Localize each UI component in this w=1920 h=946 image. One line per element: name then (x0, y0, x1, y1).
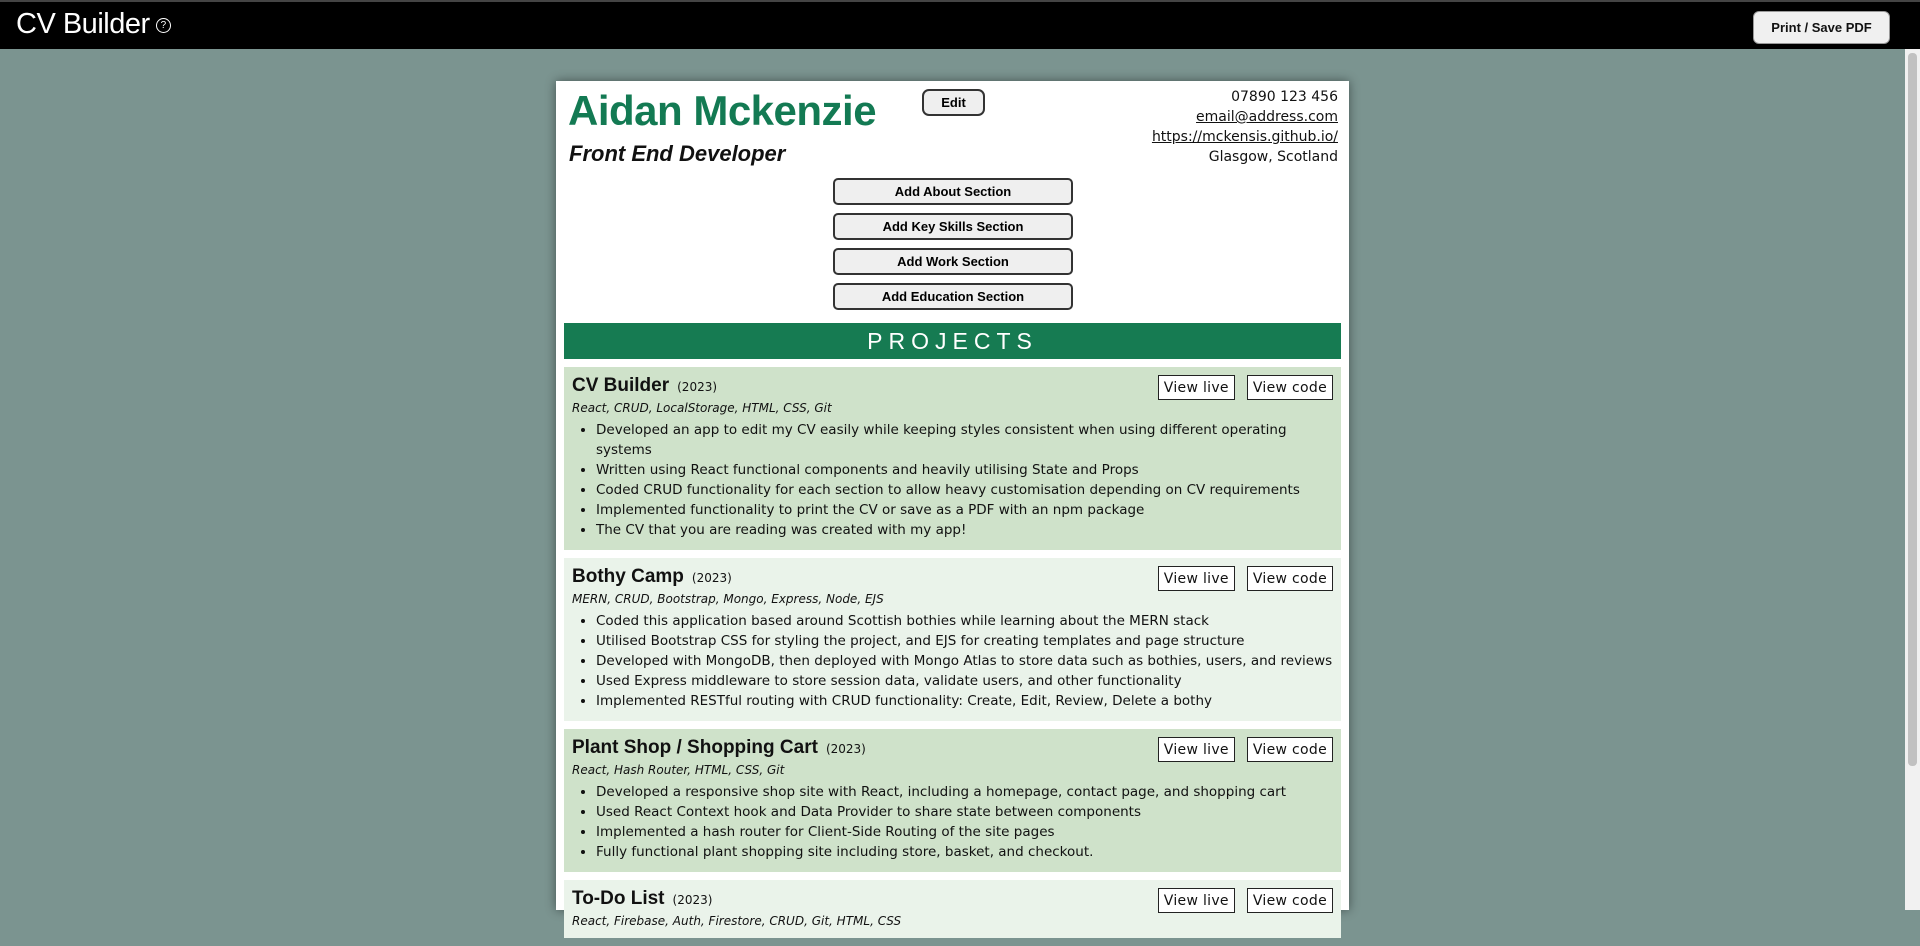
project-title: Plant Shop / Shopping Cart (572, 737, 818, 758)
project-point: Used React Context hook and Data Provide… (596, 802, 1333, 822)
cv-role: Front End Developer (569, 141, 786, 166)
cv-name: Aidan Mckenzie (568, 87, 877, 134)
view-live-button[interactable]: View live (1157, 737, 1235, 762)
project-year: (2023) (677, 380, 718, 394)
app-title: CV Builder? (16, 8, 171, 41)
scrollbar-thumb[interactable] (1908, 53, 1917, 766)
project-year: (2023) (672, 893, 713, 907)
projects-list: CV Builder (2023) View live View code Re… (564, 367, 1341, 946)
print-save-pdf-button[interactable]: Print / Save PDF (1753, 11, 1890, 44)
contact-location: Glasgow, Scotland (1208, 149, 1338, 165)
project-tech: React, Hash Router, HTML, CSS, Git (572, 763, 785, 777)
view-code-button[interactable]: View code (1246, 375, 1333, 400)
contact-info: 07890 123 456 email@address.com https://… (1152, 87, 1338, 167)
project-year: (2023) (691, 571, 732, 585)
project-points: Coded this application based around Scot… (572, 611, 1333, 711)
help-icon[interactable]: ? (155, 17, 171, 33)
add-work-section-button[interactable]: Add Work Section (833, 248, 1073, 275)
project-point: Used Express middleware to store session… (596, 671, 1333, 691)
add-key-skills-section-button[interactable]: Add Key Skills Section (833, 213, 1073, 240)
page-scrollbar[interactable] (1905, 49, 1920, 910)
projects-section-header: PROJECTS (564, 323, 1341, 359)
project-point: Implemented functionality to print the C… (596, 500, 1333, 520)
project-points: Developed a responsive shop site with Re… (572, 782, 1333, 862)
project-points: Developed an app to edit my CV easily wh… (572, 420, 1333, 540)
project-point: Coded CRUD functionality for each sectio… (596, 480, 1333, 500)
project-title: CV Builder (572, 375, 670, 396)
add-education-section-button[interactable]: Add Education Section (833, 283, 1073, 310)
view-live-button[interactable]: View live (1157, 375, 1235, 400)
project-card: To-Do List (2023) View live View code Re… (564, 880, 1341, 938)
project-point: Developed with MongoDB, then deployed wi… (596, 651, 1333, 671)
project-card: Plant Shop / Shopping Cart (2023) View l… (564, 729, 1341, 872)
view-code-button[interactable]: View code (1246, 888, 1333, 913)
contact-website-link[interactable]: https://mckensis.github.io/ (1152, 129, 1338, 145)
project-point: Developed a responsive shop site with Re… (596, 782, 1333, 802)
contact-email-link[interactable]: email@address.com (1196, 109, 1338, 125)
project-point: Coded this application based around Scot… (596, 611, 1333, 631)
project-point: Developed an app to edit my CV easily wh… (596, 420, 1333, 460)
project-tech: React, Firebase, Auth, Firestore, CRUD, … (572, 914, 902, 928)
project-year: (2023) (825, 742, 866, 756)
view-code-button[interactable]: View code (1246, 566, 1333, 591)
project-point: Implemented a hash router for Client-Sid… (596, 822, 1333, 842)
project-point: Implemented RESTful routing with CRUD fu… (596, 691, 1333, 711)
view-live-button[interactable]: View live (1157, 888, 1235, 913)
project-point: Utilised Bootstrap CSS for styling the p… (596, 631, 1333, 651)
top-bar: CV Builder? Print / Save PDF (0, 0, 1920, 49)
view-code-button[interactable]: View code (1246, 737, 1333, 762)
app-title-text: CV Builder (16, 8, 150, 40)
add-section-buttons: Add About Section Add Key Skills Section… (833, 178, 1073, 318)
project-point: Written using React functional component… (596, 460, 1333, 480)
edit-button[interactable]: Edit (922, 89, 985, 116)
project-point: The CV that you are reading was created … (596, 520, 1333, 540)
project-tech: MERN, CRUD, Bootstrap, Mongo, Express, N… (572, 592, 884, 606)
contact-phone: 07890 123 456 (1231, 89, 1338, 105)
project-card: Bothy Camp (2023) View live View code ME… (564, 558, 1341, 721)
project-point: Fully functional plant shopping site inc… (596, 842, 1333, 862)
project-title: Bothy Camp (572, 566, 684, 587)
cv-page: Aidan Mckenzie Front End Developer Edit … (556, 81, 1349, 938)
project-card: CV Builder (2023) View live View code Re… (564, 367, 1341, 550)
view-live-button[interactable]: View live (1157, 566, 1235, 591)
project-tech: React, CRUD, LocalStorage, HTML, CSS, Gi… (572, 401, 832, 415)
add-about-section-button[interactable]: Add About Section (833, 178, 1073, 205)
project-title: To-Do List (572, 888, 665, 909)
